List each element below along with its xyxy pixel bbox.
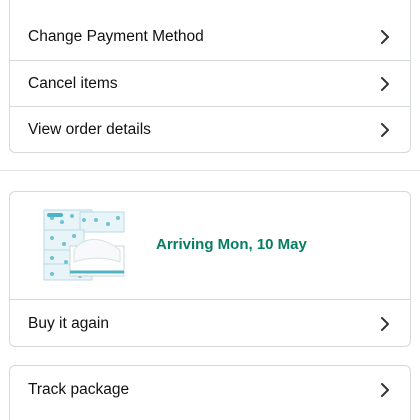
buy-it-again-row[interactable]: Buy it again bbox=[10, 300, 410, 346]
chevron-right-icon bbox=[378, 29, 392, 44]
section-divider bbox=[0, 170, 420, 171]
shipment-summary[interactable]: Arriving Mon, 10 May bbox=[10, 192, 410, 299]
tracking-card: Track package bbox=[9, 365, 411, 420]
change-payment-method-label: Change Payment Method bbox=[28, 27, 204, 45]
track-package-label: Track package bbox=[28, 380, 130, 398]
view-order-details-label: View order details bbox=[28, 120, 151, 138]
order-actions-card: Change Payment Method Cancel items View … bbox=[9, 0, 411, 153]
arrival-date-text: Arriving Mon, 10 May bbox=[156, 236, 307, 253]
product-image[interactable] bbox=[40, 206, 128, 284]
cancel-items-row[interactable]: Cancel items bbox=[10, 60, 410, 107]
chevron-right-icon bbox=[378, 382, 392, 397]
shipment-card: Arriving Mon, 10 May Buy it again bbox=[9, 191, 411, 347]
buy-it-again-label: Buy it again bbox=[28, 314, 109, 332]
cancel-items-label: Cancel items bbox=[28, 74, 118, 92]
chevron-right-icon bbox=[378, 316, 392, 331]
track-package-row[interactable]: Track package bbox=[10, 366, 410, 413]
chevron-right-icon bbox=[378, 122, 392, 137]
chevron-right-icon bbox=[378, 76, 392, 91]
view-order-details-row[interactable]: View order details bbox=[10, 106, 410, 152]
change-payment-method-row[interactable]: Change Payment Method bbox=[10, 13, 410, 60]
